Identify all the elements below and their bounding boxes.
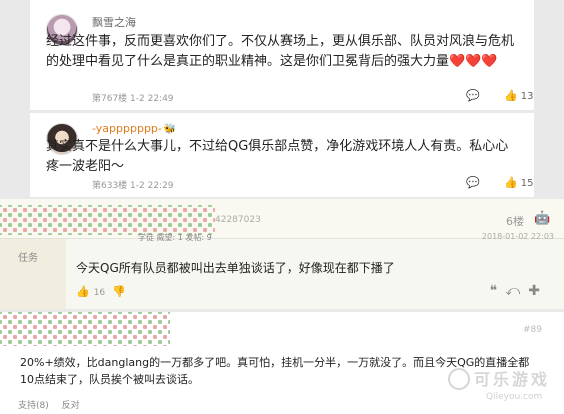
comment-text: 经过这件事，反而更喜欢你们了。不仅从赛场上，更从俱乐部、队员对风浪与危机的处理中…: [46, 32, 516, 72]
comment-username[interactable]: -yappppppp- 🐝: [92, 122, 176, 135]
post-user-stats: 学徒 威望: 1 发帖: 9: [138, 233, 212, 242]
post-header: 42287023 学徒 威望: 1 发帖: 9 6楼 🤖 2018-01-02 …: [0, 199, 564, 242]
redacted-username: [0, 312, 170, 346]
post-body: 今天QG所有队员都被叫出去单独谈话了，好像现在都下播了: [76, 261, 395, 275]
reply-actions: 支持(8) 反对: [18, 398, 90, 411]
post-like-count: 16: [93, 288, 106, 298]
post-side-tag: 任务: [18, 253, 38, 264]
more-icon[interactable]: ✚: [528, 283, 548, 299]
reply-icon[interactable]: 💬: [466, 176, 480, 189]
support-button[interactable]: 支持(8): [18, 401, 49, 411]
like-count: 15: [520, 178, 534, 189]
watermark-cn: 可乐游戏: [474, 370, 551, 389]
quote-icon[interactable]: ❝: [490, 283, 506, 299]
reply-icon[interactable]: ⤺: [505, 283, 528, 299]
watermark-logo-icon: [448, 368, 470, 390]
comment-card: 飘雪之海 经过这件事，反而更喜欢你们了。不仅从赛场上，更从俱乐部、队员对风浪与危…: [30, 0, 534, 110]
page: 飘雪之海 经过这件事，反而更喜欢你们了。不仅从赛场上，更从俱乐部、队员对风浪与危…: [0, 0, 564, 414]
forum-post: 42287023 学徒 威望: 1 发帖: 9 6楼 🤖 2018-01-02 …: [0, 199, 564, 309]
badge-icon: 🐝: [163, 124, 177, 135]
post-date: 2018-01-02 22:03: [481, 232, 554, 241]
like-icon[interactable]: 👍 13: [504, 89, 533, 102]
comment-text: 其实真不是什么大事儿，不过给QG俱乐部点赞，净化游戏环境人人有责。私心心疼一波老…: [46, 139, 509, 174]
android-icon: 🤖: [534, 211, 551, 226]
reply-icon[interactable]: 💬: [466, 89, 480, 102]
reply-number: #89: [523, 325, 542, 335]
watermark: 可乐游戏 Qileyou.com: [446, 366, 556, 410]
comment-username[interactable]: 飘雪之海: [92, 14, 136, 30]
post-user-id: 42287023: [215, 215, 261, 225]
comment-meta: 第767楼 1-2 22:49: [92, 94, 174, 104]
like-count: 13: [520, 91, 534, 102]
like-icon[interactable]: 👍 15: [504, 176, 533, 189]
oppose-button[interactable]: 反对: [62, 401, 80, 411]
comment-meta: 第633楼 1-2 22:29: [92, 181, 174, 191]
post-floor: 6楼: [506, 215, 524, 228]
post-action-icons: ❝⤺✚: [490, 283, 548, 299]
heart-icons: ❤️❤️❤️: [449, 54, 498, 69]
comment-body: 经过这件事，反而更喜欢你们了。不仅从赛场上，更从俱乐部、队员对风浪与危机的处理中…: [46, 34, 515, 69]
post-like-button[interactable]: 👍 16 👎: [76, 285, 126, 298]
comment-card: -yappppppp- 🐝 其实真不是什么大事儿，不过给QG俱乐部点赞，净化游戏环…: [30, 113, 534, 197]
watermark-en: Qileyou.com: [486, 392, 543, 402]
redacted-username: [0, 205, 215, 235]
